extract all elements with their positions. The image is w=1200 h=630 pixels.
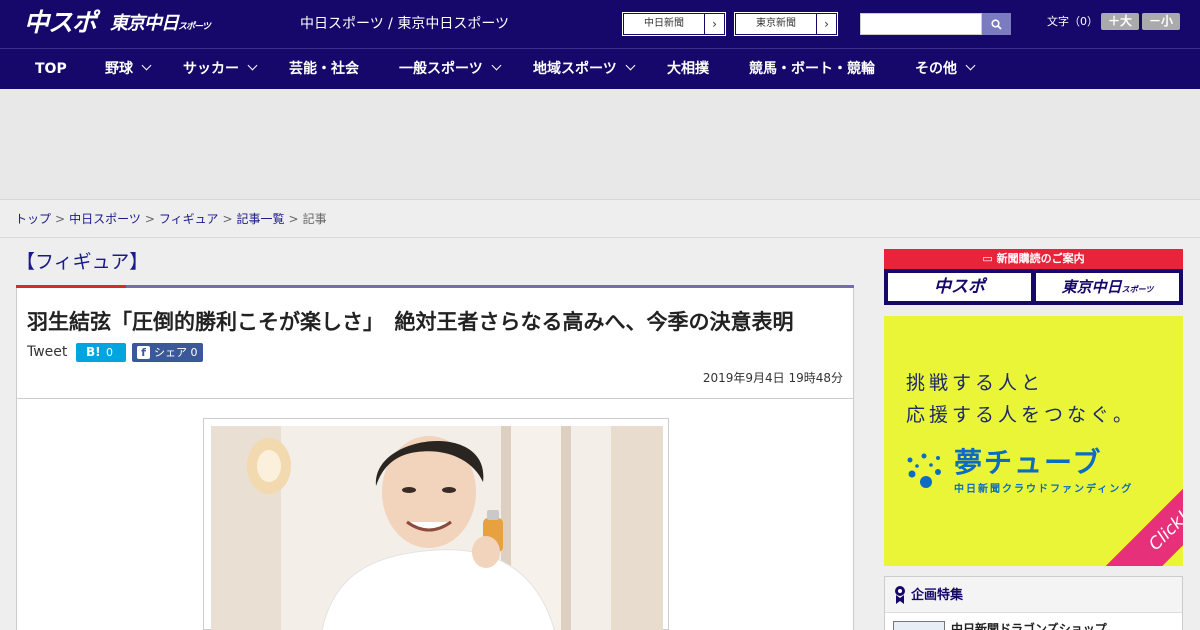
article-headline: 羽生結弦「圧倒的勝利こそが楽しさ」 絶対王者さらなる高みへ、今季の決意表明 [27, 310, 794, 334]
nav-item-label: 競馬・ボート・競輪 [749, 61, 875, 77]
breadcrumb-link-figure[interactable]: フィギュア [159, 212, 219, 226]
newspaper-icon: ▭ [982, 252, 997, 265]
breadcrumb-link-article-list[interactable]: 記事一覧 [237, 212, 285, 226]
chevron-right-icon: › [704, 14, 724, 34]
feature-thumbnail[interactable] [893, 621, 945, 630]
yume-tube-title: 夢チューブ [954, 446, 1103, 479]
feature-title: 企画特集 [911, 588, 964, 603]
article-photo[interactable] [211, 426, 663, 630]
font-smaller-button[interactable]: －小 [1142, 13, 1180, 30]
nav-item-regional-sports[interactable]: 地域スポーツ [533, 49, 636, 90]
article-photo-illustration [211, 426, 663, 630]
nav-item-others[interactable]: その他 [915, 49, 976, 90]
main-nav: TOP 野球 サッカー 芸能・社会 一般スポーツ 地域スポーツ 大相撲 競馬・ボ… [0, 48, 1200, 89]
tokyo-chunichi-text: 東京中日 [1061, 278, 1122, 296]
nav-item-label: 芸能・社会 [289, 61, 359, 77]
banner-line-1: 挑戦する人と [906, 372, 1045, 394]
article-photo-frame [203, 418, 669, 630]
breadcrumb-current: 記事 [302, 212, 327, 226]
nav-item-label: サッカー [183, 61, 239, 77]
ext-link-label: 中日新聞 [644, 18, 684, 29]
chevron-down-icon [491, 60, 502, 71]
nav-item-label: その他 [915, 61, 957, 77]
click-ribbon[interactable]: Click! [1098, 460, 1183, 566]
banner-line-2: 応援する人をつなぐ。 [906, 404, 1137, 426]
subscription-box: ▭ 新聞購読のご案内 中スポ 東京中日スポーツ [884, 249, 1183, 305]
nav-item-label: 大相撲 [667, 61, 709, 77]
nav-item-top[interactable]: TOP [35, 49, 67, 90]
chevron-down-icon [141, 60, 152, 71]
feature-box: 企画特集 中日新聞ドラゴンズショップ [884, 576, 1183, 630]
breadcrumb-link-top[interactable]: トップ [15, 212, 51, 226]
breadcrumb-separator: > [144, 212, 155, 226]
font-size-label: 文字（0） [1047, 15, 1098, 28]
tokyo-shimbun-link[interactable]: 東京新聞 › [734, 12, 838, 36]
search-icon [991, 18, 1002, 30]
search-button[interactable] [982, 13, 1011, 35]
facebook-share-label: シェア 0 [154, 346, 198, 359]
hatena-icon: B! [86, 345, 101, 359]
article-divider [17, 398, 853, 399]
subscription-title: ▭ 新聞購読のご案内 [884, 249, 1183, 269]
tweet-button[interactable]: Tweet [27, 343, 67, 361]
nav-item-label: 一般スポーツ [399, 61, 483, 77]
chuspo-logo[interactable]: 中スポ [24, 8, 97, 38]
nav-item-baseball[interactable]: 野球 [105, 49, 152, 90]
nav-item-general-sports[interactable]: 一般スポーツ [399, 49, 502, 90]
site-header: 中スポ 東京中日スポーツ 中日スポーツ / 東京中日スポーツ 中日新聞 › 東京… [0, 0, 1200, 48]
nav-item-sumo[interactable]: 大相撲 [667, 49, 709, 90]
chevron-right-icon: › [816, 14, 836, 34]
subscribe-tokyo-chunichi-button[interactable]: 東京中日スポーツ [1036, 273, 1179, 301]
site-title[interactable]: 中日スポーツ / 東京中日スポーツ [300, 15, 509, 33]
facebook-icon: f [137, 346, 150, 359]
tokyo-logo-text: 東京中日 [110, 13, 179, 34]
chevron-down-icon [247, 60, 258, 71]
tokyo-chunichi-suffix: スポーツ [1121, 285, 1154, 294]
breadcrumb-separator: > [55, 212, 66, 226]
tokyo-logo-suffix: スポーツ [178, 22, 211, 32]
ribbon-icon [895, 586, 905, 604]
category-label: 【フィギュア】 [16, 251, 149, 273]
article-body: 羽生結弦「圧倒的勝利こそが楽しさ」 絶対王者さらなる高みへ、今季の決意表明 Tw… [16, 288, 854, 630]
yume-tube-logo-icon [907, 453, 941, 488]
feature-header: 企画特集 [885, 577, 1182, 613]
breadcrumb-separator: > [288, 212, 299, 226]
publish-date: 2019年9月4日 19時48分 [702, 371, 843, 385]
nav-item-label: TOP [35, 61, 67, 77]
subscribe-chuspo-button[interactable]: 中スポ [888, 273, 1031, 301]
chunichi-shimbun-link[interactable]: 中日新聞 › [622, 12, 726, 36]
hatena-bookmark-button[interactable]: B! 0 [76, 343, 126, 362]
feature-item-dragons-shop[interactable]: 中日新聞ドラゴンズショップ [951, 621, 1107, 630]
breadcrumb-separator: > [222, 212, 233, 226]
breadcrumb: トップ > 中日スポーツ > フィギュア > 記事一覧 > 記事 [0, 200, 1200, 238]
nav-item-soccer[interactable]: サッカー [183, 49, 258, 90]
chevron-down-icon [625, 60, 636, 71]
nav-item-entertainment[interactable]: 芸能・社会 [289, 49, 359, 90]
facebook-share-count: 0 [190, 346, 198, 359]
ad-banner-area [0, 89, 1200, 200]
nav-item-label: 野球 [105, 61, 133, 77]
yume-tube-subtitle: 中日新聞クラウドファンディング [954, 484, 1134, 495]
nav-item-label: 地域スポーツ [533, 61, 617, 77]
breadcrumb-link-chunichi-sports[interactable]: 中日スポーツ [69, 212, 141, 226]
nav-item-racing[interactable]: 競馬・ボート・競輪 [749, 49, 875, 90]
search-input[interactable] [860, 13, 982, 35]
hatena-count: 0 [106, 346, 113, 359]
chevron-down-icon [965, 60, 976, 71]
yume-tube-banner[interactable]: 挑戦する人と 応援する人をつなぐ。 夢チューブ 中日新聞クラウドファンディング … [884, 316, 1183, 566]
ext-link-label: 東京新聞 [756, 18, 796, 29]
tokyo-chunichi-logo[interactable]: 東京中日スポーツ [110, 12, 211, 39]
font-larger-button[interactable]: ＋大 [1101, 13, 1139, 30]
facebook-share-button[interactable]: f シェア 0 [132, 343, 203, 362]
